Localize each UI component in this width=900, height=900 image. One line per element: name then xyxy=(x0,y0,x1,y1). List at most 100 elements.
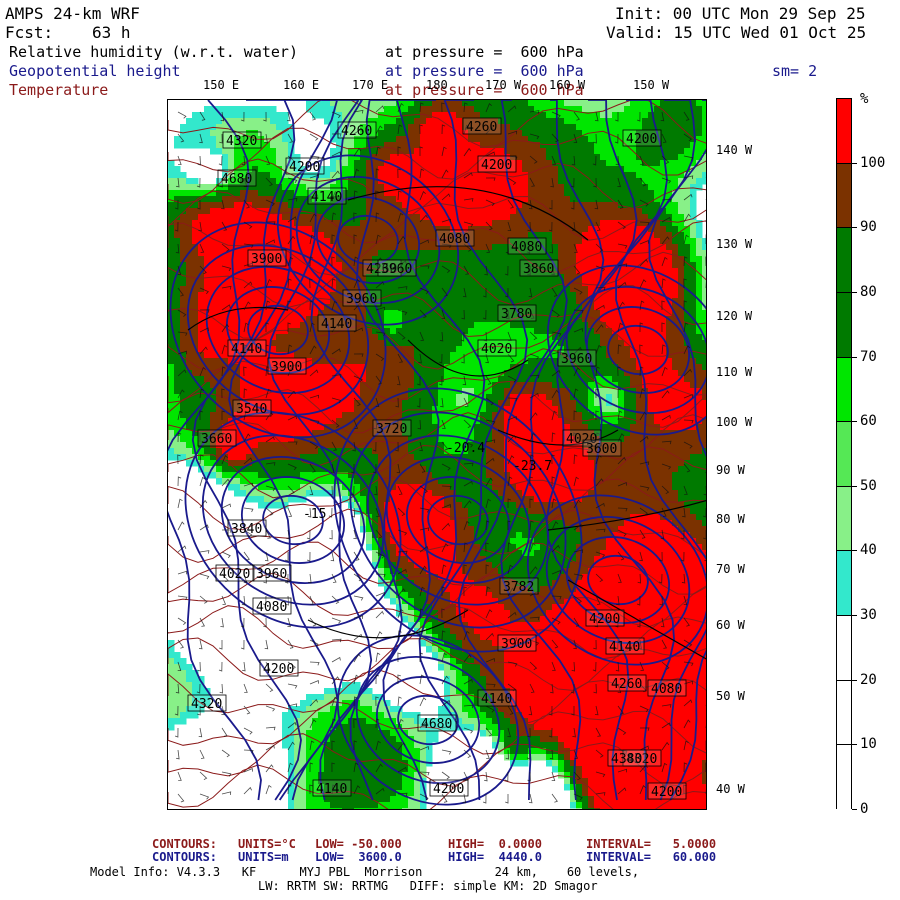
humidity-cell xyxy=(666,166,673,173)
humidity-cell xyxy=(546,124,553,131)
humidity-cell xyxy=(450,310,457,317)
humidity-cell xyxy=(264,130,271,137)
humidity-cell xyxy=(702,400,706,407)
humidity-cell xyxy=(570,112,577,119)
humidity-cell xyxy=(684,124,691,131)
humidity-cell xyxy=(198,394,205,401)
humidity-cell xyxy=(546,130,553,137)
humidity-cell xyxy=(438,280,445,287)
humidity-cell xyxy=(186,214,193,221)
humidity-cell xyxy=(372,220,379,227)
humidity-cell xyxy=(204,238,211,245)
humidity-cell xyxy=(390,316,397,323)
humidity-cell xyxy=(246,106,253,113)
humidity-cell xyxy=(558,172,565,179)
humidity-cell xyxy=(168,388,175,395)
humidity-cell xyxy=(654,340,661,347)
humidity-cell xyxy=(540,298,547,305)
humidity-cell xyxy=(576,322,583,329)
humidity-cell xyxy=(198,340,205,347)
humidity-cell xyxy=(588,400,595,407)
humidity-cell xyxy=(228,316,235,323)
humidity-cell xyxy=(684,316,691,323)
humidity-cell xyxy=(432,280,439,287)
humidity-cell xyxy=(624,214,631,221)
humidity-cell xyxy=(666,154,673,161)
lon-label: 160 E xyxy=(283,78,320,92)
humidity-cell xyxy=(198,256,205,263)
humidity-cell xyxy=(252,232,259,239)
humidity-cell xyxy=(330,394,337,401)
humidity-cell xyxy=(552,148,559,155)
humidity-cell xyxy=(582,178,589,185)
humidity-cell xyxy=(654,262,661,269)
humidity-cell xyxy=(498,208,505,215)
humidity-cell xyxy=(492,256,499,263)
humidity-cell xyxy=(702,124,706,131)
humidity-cell xyxy=(528,148,535,155)
humidity-cell xyxy=(636,394,643,401)
humidity-cell xyxy=(432,352,439,359)
humidity-cell xyxy=(426,256,433,263)
humidity-cell xyxy=(438,124,445,131)
humidity-cell xyxy=(504,358,511,365)
humidity-cell xyxy=(324,394,331,401)
humidity-cell xyxy=(696,226,703,233)
humidity-cell xyxy=(450,376,457,383)
humidity-cell xyxy=(498,394,505,401)
humidity-cell xyxy=(654,346,661,353)
humidity-cell xyxy=(474,304,481,311)
humidity-cell xyxy=(468,316,475,323)
humidity-cell xyxy=(366,376,373,383)
humidity-cell xyxy=(330,172,337,179)
humidity-cell xyxy=(210,304,217,311)
humidity-cell xyxy=(582,190,589,197)
humidity-cell xyxy=(624,346,631,353)
field-temp-name: Temperature xyxy=(9,81,109,99)
humidity-cell xyxy=(390,208,397,215)
humidity-cell xyxy=(540,124,547,131)
humidity-cell xyxy=(300,190,307,197)
humidity-cell xyxy=(348,364,355,371)
humidity-cell xyxy=(378,172,385,179)
humidity-cell xyxy=(648,280,655,287)
humidity-cell xyxy=(654,238,661,245)
humidity-cell xyxy=(420,370,427,377)
humidity-cell xyxy=(258,214,265,221)
humidity-cell xyxy=(336,418,343,425)
humidity-cell xyxy=(612,124,619,131)
humidity-cell xyxy=(204,142,211,149)
humidity-cell xyxy=(294,298,301,305)
humidity-cell xyxy=(168,400,175,407)
humidity-cell xyxy=(696,232,703,239)
humidity-cell xyxy=(516,142,523,149)
humidity-cell xyxy=(396,280,403,287)
humidity-cell xyxy=(174,286,181,293)
humidity-cell xyxy=(306,406,313,413)
humidity-cell xyxy=(612,190,619,197)
humidity-cell xyxy=(702,424,706,431)
humidity-cell xyxy=(318,370,325,377)
humidity-cell xyxy=(390,106,397,113)
humidity-cell xyxy=(306,352,313,359)
humidity-cell xyxy=(600,340,607,347)
humidity-cell xyxy=(582,262,589,269)
humidity-cell xyxy=(168,226,175,233)
humidity-cell xyxy=(684,268,691,275)
model-title: AMPS 24-km WRF xyxy=(5,4,140,23)
humidity-cell xyxy=(666,334,673,341)
humidity-cell xyxy=(696,358,703,365)
humidity-cell xyxy=(606,214,613,221)
humidity-cell xyxy=(540,304,547,311)
humidity-cell xyxy=(648,178,655,185)
humidity-cell xyxy=(588,118,595,125)
humidity-cell xyxy=(600,208,607,215)
humidity-cell xyxy=(690,178,697,185)
humidity-cell xyxy=(438,214,445,221)
humidity-cell xyxy=(630,154,637,161)
humidity-cell xyxy=(390,334,397,341)
humidity-cell xyxy=(660,100,667,107)
humidity-cell xyxy=(648,298,655,305)
humidity-cell xyxy=(402,334,409,341)
humidity-cell xyxy=(282,334,289,341)
